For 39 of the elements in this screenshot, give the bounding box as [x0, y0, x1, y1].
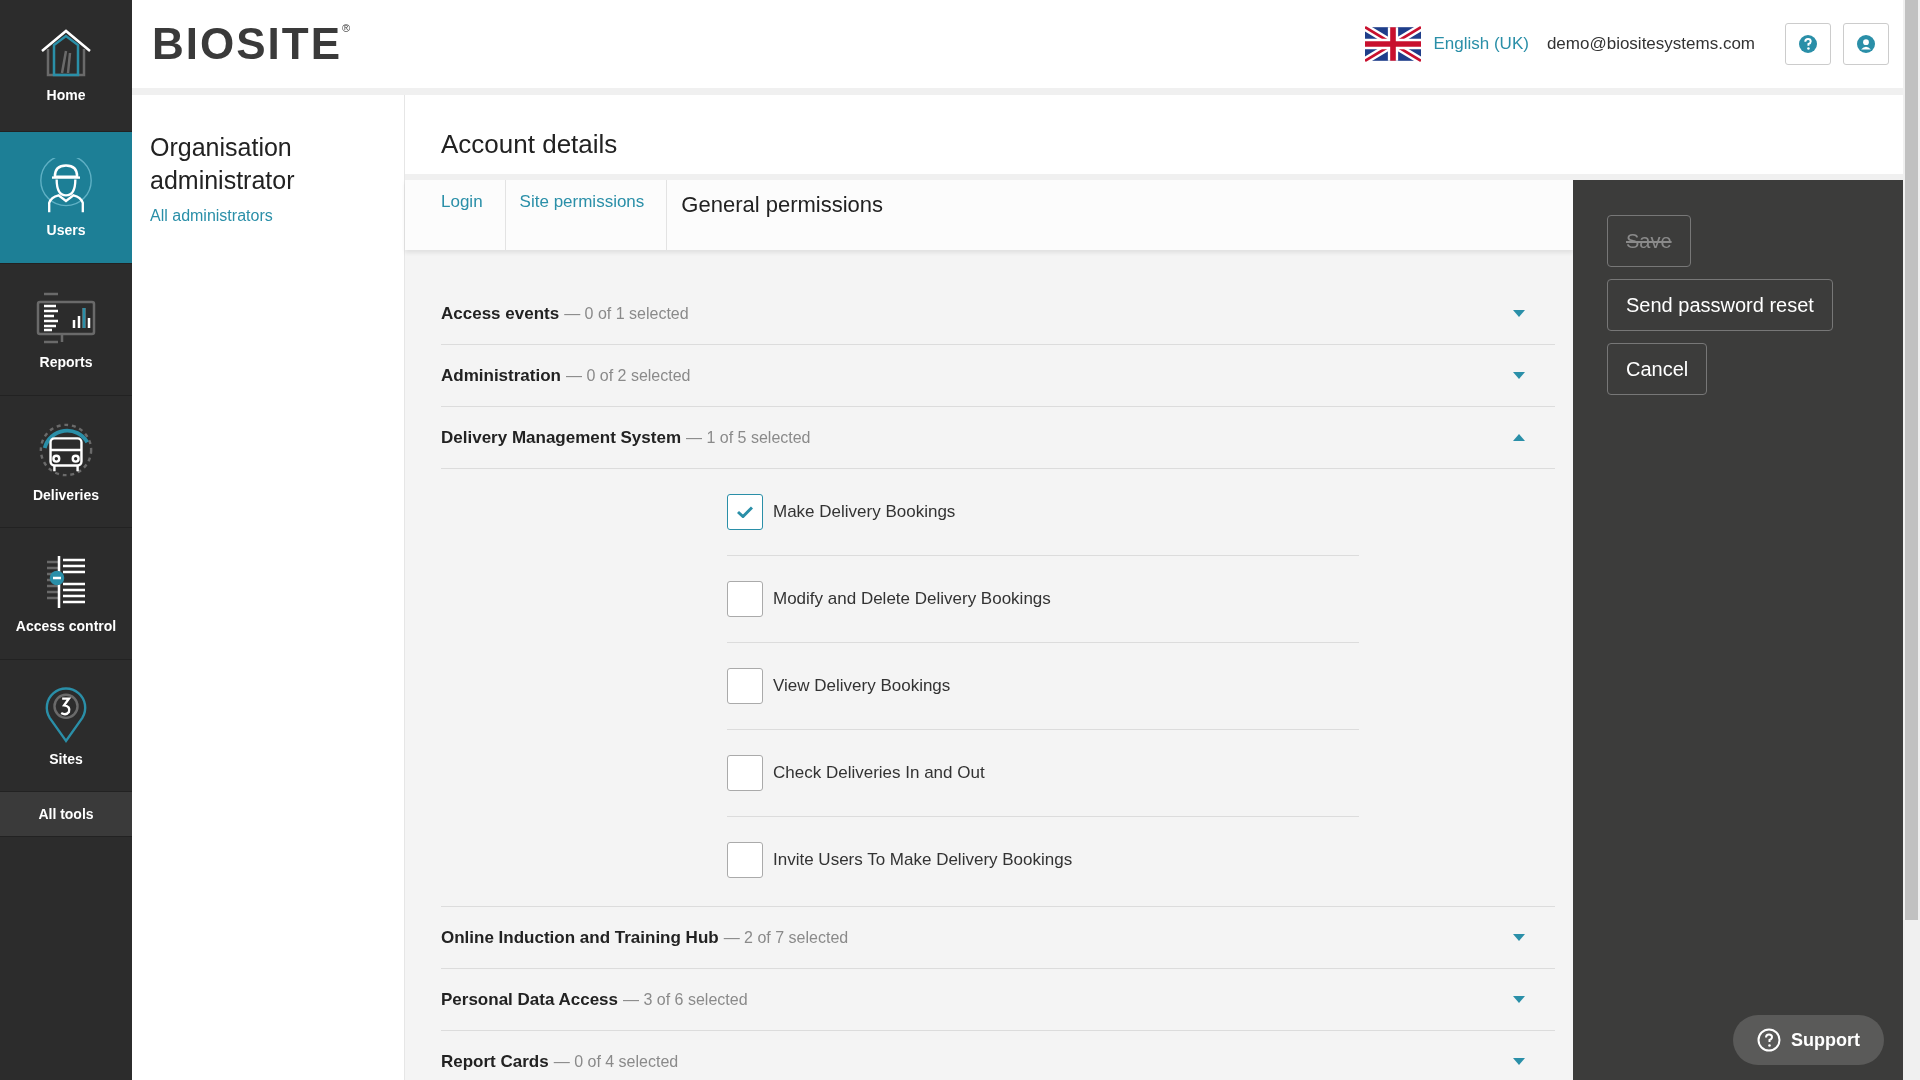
panel-title: Organisation administrator — [150, 132, 296, 196]
sidebar-item[interactable]: All tools — [0, 792, 132, 837]
permission-section-header[interactable]: Access events — 0 of 1 selected — [441, 283, 1555, 345]
permission-section-header[interactable]: Administration — 0 of 2 selected — [441, 345, 1555, 407]
checkbox-label: Modify and Delete Delivery Bookings — [773, 589, 1051, 609]
support-button[interactable]: Support — [1733, 1015, 1884, 1065]
all-administrators-link[interactable]: All administrators — [150, 207, 273, 225]
help-icon — [1799, 35, 1817, 53]
permission-section-header[interactable]: Report Cards — 0 of 4 selected — [441, 1031, 1555, 1080]
user-email: demo@biositesystems.com — [1546, 34, 1755, 54]
checkbox[interactable] — [727, 842, 763, 878]
scrollbar[interactable] — [1903, 0, 1920, 1080]
user-icon — [1857, 35, 1875, 53]
permission-section-header[interactable]: Online Induction and Training Hub — 2 of 7 selected — [441, 907, 1555, 969]
union-flag-icon[interactable] — [1365, 26, 1422, 62]
action-button[interactable]: Cancel — [1607, 343, 1708, 395]
checkbox-label: Check Deliveries In and Out — [773, 763, 985, 783]
checkbox[interactable] — [727, 755, 763, 791]
tab[interactable]: Login — [405, 180, 506, 250]
checkbox-label: Invite Users To Make Delivery Bookings — [773, 850, 1073, 870]
checkbox[interactable] — [727, 581, 763, 617]
sidebar-item[interactable]: Users — [0, 132, 132, 264]
permission-section-header[interactable]: Delivery Management System — 1 of 5 selected — [441, 407, 1555, 469]
help-icon — [1757, 1028, 1781, 1052]
checkbox-label: Make Delivery Bookings — [773, 502, 956, 522]
checkmark-icon — [737, 506, 753, 518]
checkbox[interactable] — [727, 494, 763, 530]
checkbox[interactable] — [727, 668, 763, 704]
action-button[interactable]: Send password reset — [1607, 279, 1833, 331]
help-button[interactable] — [1785, 23, 1831, 65]
tab[interactable]: General permissions — [667, 180, 906, 250]
tab[interactable]: Site permissions — [505, 180, 668, 250]
account-button[interactable] — [1843, 23, 1889, 65]
worker-icon — [38, 157, 94, 214]
language-link[interactable]: English (UK) — [1433, 34, 1529, 54]
permission-section-header[interactable]: Personal Data Access — 3 of 6 selected — [441, 969, 1555, 1031]
logo: BIOSITE — [152, 19, 343, 69]
registered-mark: ® — [342, 22, 351, 34]
checkbox-label: View Delivery Bookings — [773, 676, 951, 696]
